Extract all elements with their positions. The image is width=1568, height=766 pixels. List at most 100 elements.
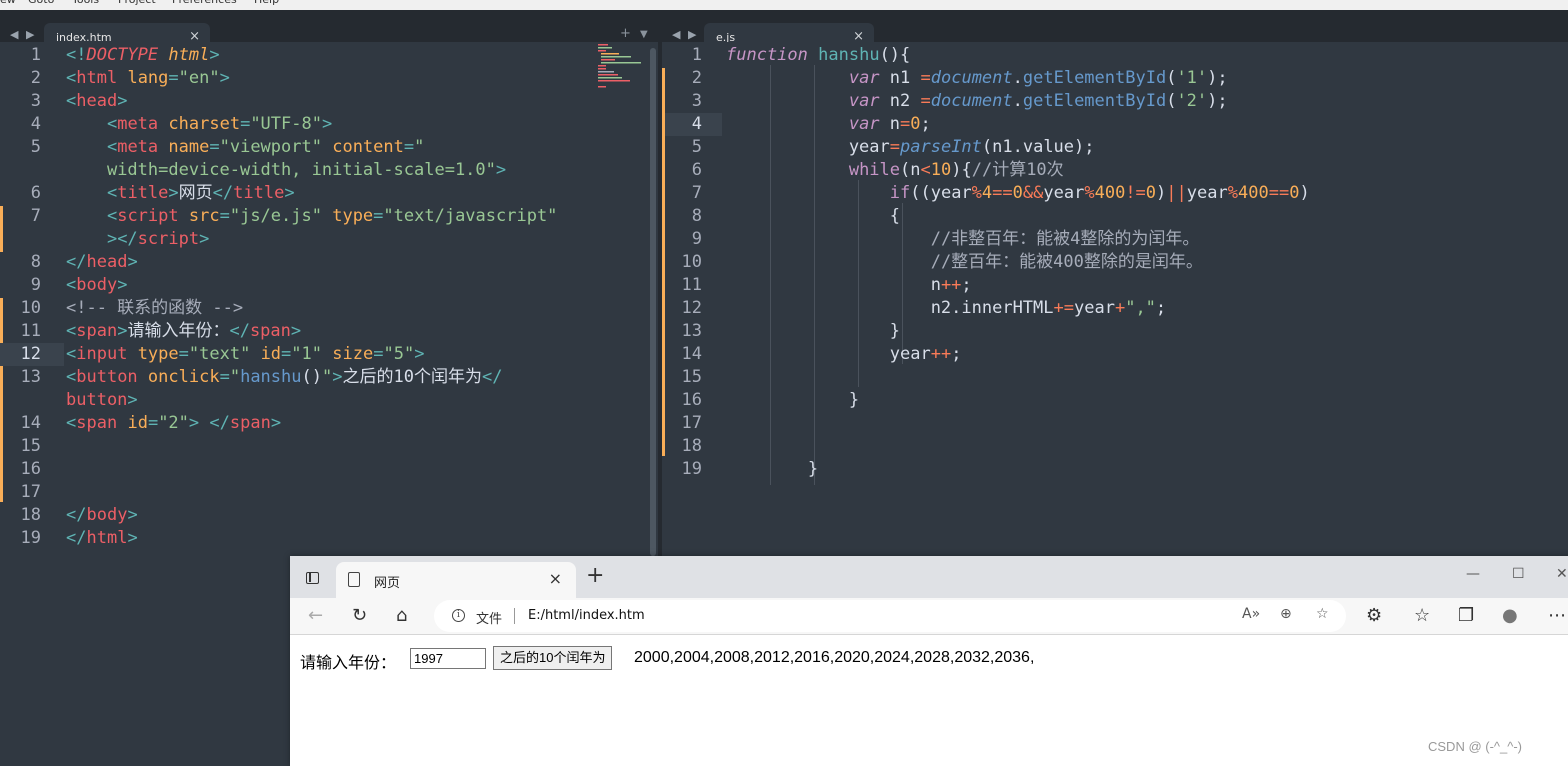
code-line[interactable]: 14 <span id="2"> </span> <box>0 412 658 435</box>
code-text: width=device-width, initial-scale=1.0"> <box>106 160 507 180</box>
code-line[interactable]: 7 <script src="js/e.js" type="text/javas… <box>0 205 658 228</box>
favorites-icon[interactable]: ☆ <box>1414 606 1430 626</box>
collections-icon[interactable]: ❐ <box>1458 606 1474 626</box>
code-line[interactable]: 7 if((year%4==0&&year%400!=0)||year%400=… <box>662 182 1568 205</box>
menu-item[interactable]: Tools <box>72 0 99 6</box>
code-line[interactable]: 16 } <box>662 389 1568 412</box>
code-line[interactable]: 11 <span>请输入年份：</span> <box>0 320 658 343</box>
code-text: var n=0; <box>848 114 931 134</box>
code-line[interactable]: 11 n++; <box>662 274 1568 297</box>
line-number: 18 <box>681 436 702 456</box>
code-line[interactable]: 9 <body> <box>0 274 658 297</box>
menu-item[interactable]: ew <box>0 0 16 6</box>
code-line[interactable]: 10 <!-- 联系的函数 --> <box>0 297 658 320</box>
favorite-add-icon[interactable]: ☆ <box>1316 606 1329 622</box>
info-icon[interactable]: i <box>452 609 465 622</box>
code-line[interactable]: 17 <box>662 412 1568 435</box>
address-bar[interactable]: i 文件 E:/html/index.htm A» ⊕ ☆ <box>434 600 1346 632</box>
code-text: </head> <box>66 252 138 272</box>
close-window-icon[interactable]: ✕ <box>1556 566 1568 582</box>
code-line[interactable]: 10 //整百年：能被400整除的是闰年。 <box>662 251 1568 274</box>
code-line[interactable]: ></script> <box>0 228 658 251</box>
left-editor-scrollbar[interactable] <box>650 48 656 556</box>
code-line[interactable]: 15 <box>0 435 658 458</box>
refresh-icon[interactable]: ↻ <box>352 606 367 626</box>
address-scheme-label: 文件 <box>476 612 503 627</box>
next-leap-years-button[interactable]: 之后的10个闰年为 <box>493 646 613 670</box>
code-line[interactable]: button> <box>0 389 658 412</box>
code-line[interactable]: 12 n2.innerHTML+=year+","; <box>662 297 1568 320</box>
more-icon[interactable]: ⋯ <box>1548 606 1566 626</box>
code-line[interactable]: 5 <meta name="viewport" content=" <box>0 136 658 159</box>
year-input[interactable] <box>410 648 486 669</box>
minimize-icon[interactable]: — <box>1466 566 1480 582</box>
code-line[interactable]: 16 <box>0 458 658 481</box>
code-text: <input type="text" id="1" size="5"> <box>66 344 425 364</box>
code-line[interactable]: 6 while(n<10){//计算10次 <box>662 159 1568 182</box>
back-icon[interactable]: ← <box>308 606 323 626</box>
code-line[interactable]: 8 { <box>662 205 1568 228</box>
line-number: 10 <box>681 252 702 272</box>
browser-window: 网页 × + — ☐ ✕ ← ↻ ⌂ i 文件 E:/html/index.ht… <box>290 556 1568 766</box>
code-line[interactable]: 14 year++; <box>662 343 1568 366</box>
page-icon <box>348 572 360 587</box>
maximize-icon[interactable]: ☐ <box>1512 566 1525 582</box>
code-line[interactable]: 15 <box>662 366 1568 389</box>
code-line[interactable]: 4 <meta charset="UTF-8"> <box>0 113 658 136</box>
address-url[interactable]: E:/html/index.htm <box>528 608 645 623</box>
profile-avatar[interactable]: ● <box>1502 606 1518 626</box>
code-line[interactable]: 2 <html lang="en"> <box>0 67 658 90</box>
code-line[interactable]: 17 <box>0 481 658 504</box>
code-line[interactable]: 8 </head> <box>0 251 658 274</box>
code-text: <!-- 联系的函数 --> <box>66 298 244 318</box>
code-text: } <box>726 321 900 341</box>
new-file-icon[interactable]: + <box>620 26 631 41</box>
code-text: function hanshu(){ <box>726 45 911 65</box>
menu-item[interactable]: Help <box>254 0 279 6</box>
code-line[interactable]: 4 var n=0; <box>662 113 1568 136</box>
zoom-icon[interactable]: ⊕ <box>1280 606 1292 622</box>
code-line[interactable]: 9 //非整百年：能被4整除的为闰年。 <box>662 228 1568 251</box>
right-pane-nav-arrows[interactable]: ◀ ▶ <box>672 28 698 41</box>
code-line[interactable]: 6 <title>网页</title> <box>0 182 658 205</box>
extensions-icon[interactable]: ⚙ <box>1366 606 1382 626</box>
code-line[interactable]: width=device-width, initial-scale=1.0"> <box>0 159 658 182</box>
code-text: button> <box>66 390 138 410</box>
code-line[interactable]: 12 <input type="text" id="1" size="5"> <box>0 343 658 366</box>
code-text: ></script> <box>106 229 210 249</box>
new-tab-button[interactable]: + <box>586 565 604 587</box>
code-line[interactable]: 3 <head> <box>0 90 658 113</box>
code-line[interactable]: 1 function hanshu(){ <box>662 44 1568 67</box>
menu-item[interactable]: Preferences <box>172 0 237 6</box>
address-separator <box>514 608 515 624</box>
left-pane-nav-arrows[interactable]: ◀ ▶ <box>10 28 36 41</box>
menu-item[interactable]: Goto <box>28 0 54 6</box>
minimap[interactable] <box>598 44 646 92</box>
code-line[interactable]: 13 } <box>662 320 1568 343</box>
home-icon[interactable]: ⌂ <box>396 606 407 626</box>
read-aloud-icon[interactable]: A» <box>1242 606 1260 622</box>
code-line[interactable]: 2 var n1 =document.getElementById('1'); <box>662 67 1568 90</box>
tab-dropdown-icon[interactable]: ▼ <box>640 29 648 40</box>
code-line[interactable]: 5 year=parseInt(n1.value); <box>662 136 1568 159</box>
code-line[interactable]: 3 var n2 =document.getElementById('2'); <box>662 90 1568 113</box>
code-line[interactable]: 1 <!DOCTYPE html> <box>0 44 658 67</box>
line-number: 2 <box>30 68 41 88</box>
line-number: 11 <box>20 321 41 341</box>
line-number: 3 <box>30 91 41 111</box>
close-tab-icon[interactable]: × <box>549 569 562 588</box>
code-line[interactable]: 19 } <box>662 458 1568 481</box>
code-line[interactable]: 18 </body> <box>0 504 658 527</box>
tab-actions-icon[interactable] <box>306 572 319 584</box>
line-number: 14 <box>681 344 702 364</box>
leap-year-result: 2000,2004,2008,2012,2016,2020,2024,2028,… <box>634 649 1035 666</box>
line-number: 8 <box>691 206 702 226</box>
code-line[interactable]: 19 </html> <box>0 527 658 550</box>
menu-item[interactable]: Project <box>118 0 156 6</box>
line-number: 6 <box>30 183 41 203</box>
browser-tab[interactable]: 网页 × <box>336 562 576 598</box>
code-text: <body> <box>66 275 128 295</box>
line-number: 9 <box>691 229 702 249</box>
code-line[interactable]: 18 <box>662 435 1568 458</box>
code-line[interactable]: 13 <button onclick="hanshu()">之后的10个闰年为</ <box>0 366 658 389</box>
